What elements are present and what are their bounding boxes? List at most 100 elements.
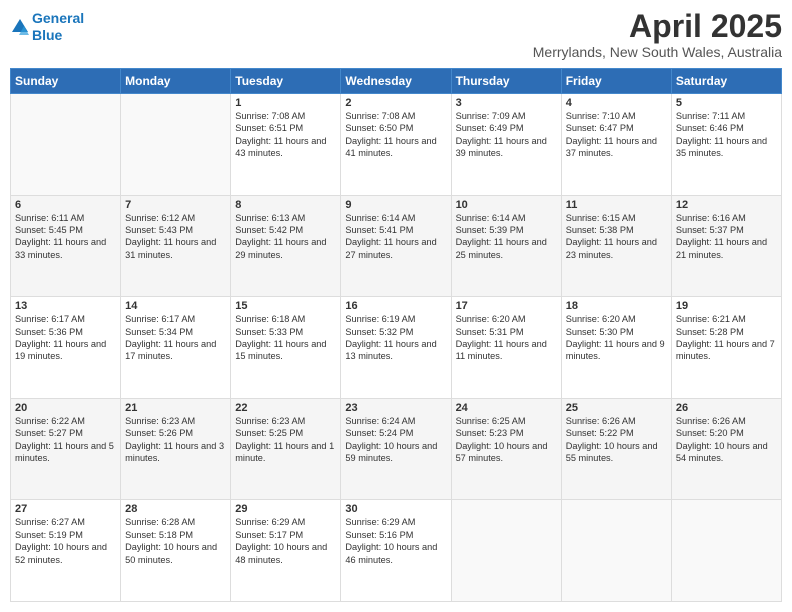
- calendar-cell: 9Sunrise: 6:14 AMSunset: 5:41 PMDaylight…: [341, 195, 451, 297]
- day-info: Sunrise: 6:28 AMSunset: 5:18 PMDaylight:…: [125, 516, 226, 566]
- day-header-sunday: Sunday: [11, 69, 121, 94]
- day-info: Sunrise: 7:08 AMSunset: 6:50 PMDaylight:…: [345, 110, 446, 160]
- day-header-friday: Friday: [561, 69, 671, 94]
- day-number: 5: [676, 97, 777, 109]
- calendar-table: SundayMondayTuesdayWednesdayThursdayFrid…: [10, 68, 782, 602]
- day-number: 2: [345, 97, 446, 109]
- day-number: 4: [566, 97, 667, 109]
- day-info: Sunrise: 6:27 AMSunset: 5:19 PMDaylight:…: [15, 516, 116, 566]
- day-number: 10: [456, 199, 557, 211]
- day-header-thursday: Thursday: [451, 69, 561, 94]
- day-number: 27: [15, 503, 116, 515]
- day-info: Sunrise: 6:17 AMSunset: 5:36 PMDaylight:…: [15, 313, 116, 363]
- day-number: 22: [235, 402, 336, 414]
- day-number: 19: [676, 300, 777, 312]
- day-info: Sunrise: 6:13 AMSunset: 5:42 PMDaylight:…: [235, 212, 336, 262]
- day-number: 25: [566, 402, 667, 414]
- calendar-cell: 2Sunrise: 7:08 AMSunset: 6:50 PMDaylight…: [341, 94, 451, 196]
- day-info: Sunrise: 6:21 AMSunset: 5:28 PMDaylight:…: [676, 313, 777, 363]
- day-info: Sunrise: 6:20 AMSunset: 5:30 PMDaylight:…: [566, 313, 667, 363]
- calendar-cell: 12Sunrise: 6:16 AMSunset: 5:37 PMDayligh…: [671, 195, 781, 297]
- day-info: Sunrise: 6:19 AMSunset: 5:32 PMDaylight:…: [345, 313, 446, 363]
- calendar-week-1: 1Sunrise: 7:08 AMSunset: 6:51 PMDaylight…: [11, 94, 782, 196]
- day-info: Sunrise: 6:16 AMSunset: 5:37 PMDaylight:…: [676, 212, 777, 262]
- main-title: April 2025: [533, 10, 782, 42]
- calendar-cell: 18Sunrise: 6:20 AMSunset: 5:30 PMDayligh…: [561, 297, 671, 399]
- calendar-cell: 19Sunrise: 6:21 AMSunset: 5:28 PMDayligh…: [671, 297, 781, 399]
- day-info: Sunrise: 7:10 AMSunset: 6:47 PMDaylight:…: [566, 110, 667, 160]
- day-number: 12: [676, 199, 777, 211]
- day-info: Sunrise: 6:11 AMSunset: 5:45 PMDaylight:…: [15, 212, 116, 262]
- day-info: Sunrise: 7:09 AMSunset: 6:49 PMDaylight:…: [456, 110, 557, 160]
- calendar-week-4: 20Sunrise: 6:22 AMSunset: 5:27 PMDayligh…: [11, 398, 782, 500]
- day-number: 28: [125, 503, 226, 515]
- page: General Blue April 2025 Merrylands, New …: [0, 0, 792, 612]
- day-info: Sunrise: 6:14 AMSunset: 5:39 PMDaylight:…: [456, 212, 557, 262]
- day-info: Sunrise: 6:22 AMSunset: 5:27 PMDaylight:…: [15, 415, 116, 465]
- calendar-cell: 20Sunrise: 6:22 AMSunset: 5:27 PMDayligh…: [11, 398, 121, 500]
- calendar-cell: 5Sunrise: 7:11 AMSunset: 6:46 PMDaylight…: [671, 94, 781, 196]
- title-block: April 2025 Merrylands, New South Wales, …: [533, 10, 782, 60]
- calendar-week-2: 6Sunrise: 6:11 AMSunset: 5:45 PMDaylight…: [11, 195, 782, 297]
- day-number: 17: [456, 300, 557, 312]
- calendar-cell: 1Sunrise: 7:08 AMSunset: 6:51 PMDaylight…: [231, 94, 341, 196]
- calendar-cell: 23Sunrise: 6:24 AMSunset: 5:24 PMDayligh…: [341, 398, 451, 500]
- calendar-cell: [671, 500, 781, 602]
- day-info: Sunrise: 6:14 AMSunset: 5:41 PMDaylight:…: [345, 212, 446, 262]
- day-info: Sunrise: 6:25 AMSunset: 5:23 PMDaylight:…: [456, 415, 557, 465]
- day-number: 6: [15, 199, 116, 211]
- calendar-cell: 6Sunrise: 6:11 AMSunset: 5:45 PMDaylight…: [11, 195, 121, 297]
- calendar-cell: 17Sunrise: 6:20 AMSunset: 5:31 PMDayligh…: [451, 297, 561, 399]
- day-info: Sunrise: 6:23 AMSunset: 5:26 PMDaylight:…: [125, 415, 226, 465]
- calendar-cell: 27Sunrise: 6:27 AMSunset: 5:19 PMDayligh…: [11, 500, 121, 602]
- calendar-cell: 11Sunrise: 6:15 AMSunset: 5:38 PMDayligh…: [561, 195, 671, 297]
- day-info: Sunrise: 7:08 AMSunset: 6:51 PMDaylight:…: [235, 110, 336, 160]
- calendar-cell: 14Sunrise: 6:17 AMSunset: 5:34 PMDayligh…: [121, 297, 231, 399]
- calendar-cell: 30Sunrise: 6:29 AMSunset: 5:16 PMDayligh…: [341, 500, 451, 602]
- calendar-cell: [11, 94, 121, 196]
- day-number: 26: [676, 402, 777, 414]
- day-number: 3: [456, 97, 557, 109]
- logo-text: General Blue: [32, 10, 84, 44]
- calendar-header-row: SundayMondayTuesdayWednesdayThursdayFrid…: [11, 69, 782, 94]
- logo: General Blue: [10, 10, 84, 44]
- day-header-wednesday: Wednesday: [341, 69, 451, 94]
- calendar-cell: 22Sunrise: 6:23 AMSunset: 5:25 PMDayligh…: [231, 398, 341, 500]
- day-number: 16: [345, 300, 446, 312]
- calendar-cell: 21Sunrise: 6:23 AMSunset: 5:26 PMDayligh…: [121, 398, 231, 500]
- day-number: 24: [456, 402, 557, 414]
- calendar-cell: 3Sunrise: 7:09 AMSunset: 6:49 PMDaylight…: [451, 94, 561, 196]
- calendar-cell: 8Sunrise: 6:13 AMSunset: 5:42 PMDaylight…: [231, 195, 341, 297]
- day-number: 13: [15, 300, 116, 312]
- day-header-tuesday: Tuesday: [231, 69, 341, 94]
- calendar-cell: 10Sunrise: 6:14 AMSunset: 5:39 PMDayligh…: [451, 195, 561, 297]
- logo-icon: [10, 17, 30, 37]
- day-info: Sunrise: 6:29 AMSunset: 5:16 PMDaylight:…: [345, 516, 446, 566]
- calendar-cell: 29Sunrise: 6:29 AMSunset: 5:17 PMDayligh…: [231, 500, 341, 602]
- calendar-cell: 7Sunrise: 6:12 AMSunset: 5:43 PMDaylight…: [121, 195, 231, 297]
- header: General Blue April 2025 Merrylands, New …: [10, 10, 782, 60]
- day-info: Sunrise: 6:26 AMSunset: 5:20 PMDaylight:…: [676, 415, 777, 465]
- calendar-cell: [121, 94, 231, 196]
- calendar-cell: 26Sunrise: 6:26 AMSunset: 5:20 PMDayligh…: [671, 398, 781, 500]
- calendar-cell: [561, 500, 671, 602]
- day-header-saturday: Saturday: [671, 69, 781, 94]
- day-info: Sunrise: 6:20 AMSunset: 5:31 PMDaylight:…: [456, 313, 557, 363]
- day-number: 14: [125, 300, 226, 312]
- day-number: 7: [125, 199, 226, 211]
- day-info: Sunrise: 6:26 AMSunset: 5:22 PMDaylight:…: [566, 415, 667, 465]
- calendar-week-5: 27Sunrise: 6:27 AMSunset: 5:19 PMDayligh…: [11, 500, 782, 602]
- day-info: Sunrise: 6:12 AMSunset: 5:43 PMDaylight:…: [125, 212, 226, 262]
- day-number: 21: [125, 402, 226, 414]
- day-number: 23: [345, 402, 446, 414]
- day-info: Sunrise: 6:29 AMSunset: 5:17 PMDaylight:…: [235, 516, 336, 566]
- day-number: 30: [345, 503, 446, 515]
- day-number: 1: [235, 97, 336, 109]
- day-number: 9: [345, 199, 446, 211]
- day-info: Sunrise: 7:11 AMSunset: 6:46 PMDaylight:…: [676, 110, 777, 160]
- day-number: 29: [235, 503, 336, 515]
- calendar-cell: 15Sunrise: 6:18 AMSunset: 5:33 PMDayligh…: [231, 297, 341, 399]
- subtitle: Merrylands, New South Wales, Australia: [533, 44, 782, 60]
- calendar-cell: 25Sunrise: 6:26 AMSunset: 5:22 PMDayligh…: [561, 398, 671, 500]
- day-number: 18: [566, 300, 667, 312]
